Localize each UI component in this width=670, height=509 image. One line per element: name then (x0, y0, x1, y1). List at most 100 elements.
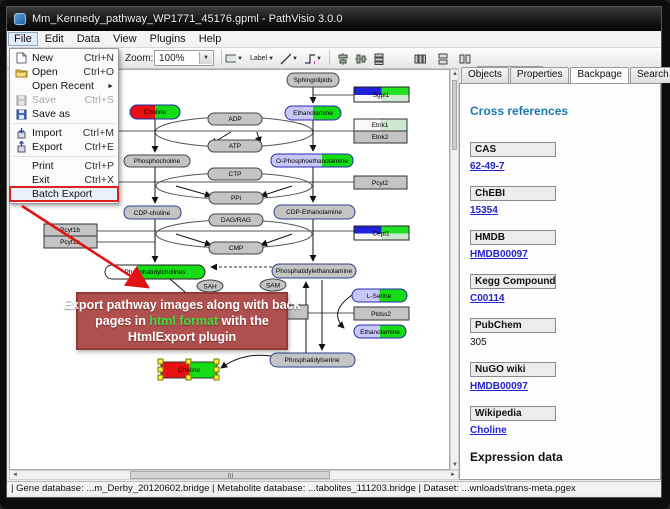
scroll-down-icon[interactable]: ▼ (452, 462, 458, 468)
node-pcyt1a[interactable]: Pcyt1a (44, 236, 97, 248)
zoom-combobox[interactable]: 100% ▼ (154, 50, 214, 66)
scroll-right-icon[interactable]: ► (450, 472, 456, 478)
ref-link[interactable]: 62-49-7 (470, 161, 504, 172)
ref-link[interactable]: 15354 (470, 205, 498, 216)
vertical-scroll-thumb[interactable] (452, 80, 457, 150)
node-l-serine[interactable]: L-Serine (352, 289, 407, 302)
svg-text:Pcyt2: Pcyt2 (372, 180, 389, 187)
svg-text:Sphingolipids: Sphingolipids (294, 77, 333, 84)
node-phosphatidylethanolamine[interactable]: Phosphatidylethanolamine (272, 264, 356, 278)
menu-item-open-recent[interactable]: Open Recent► (10, 79, 118, 93)
ref-link[interactable]: HMDB00097 (470, 381, 528, 392)
menu-item-batch-export[interactable]: Batch Export (10, 187, 118, 201)
add-datanode-button[interactable]: ▼ (224, 50, 244, 67)
stack-vertical-button[interactable] (369, 50, 389, 67)
node-cmp[interactable]: CMP (209, 242, 263, 254)
svg-text:Phosphatidylcholines: Phosphatidylcholines (124, 269, 186, 276)
add-connector-button[interactable]: ▼ (303, 50, 323, 67)
svg-text:Ethanolamine: Ethanolamine (293, 110, 333, 117)
stack-horizontal-button[interactable] (410, 50, 430, 67)
svg-text:Etnk1: Etnk1 (372, 122, 389, 129)
align-center-x-button[interactable] (333, 50, 353, 67)
canvas-horizontal-scrollbar[interactable]: ◄ ► (9, 470, 459, 480)
ref-section-hmdb: HMDB HMDB00097 (470, 230, 660, 260)
title-bar[interactable]: Mm_Kennedy_pathway_WP1771_45176.gpml - P… (7, 7, 661, 31)
ref-source-label: CAS (470, 142, 556, 157)
ref-link[interactable]: Choline (470, 425, 507, 436)
node-atp[interactable]: ATP (208, 140, 262, 152)
menu-help[interactable]: Help (193, 32, 228, 46)
chevron-down-icon[interactable]: ▼ (199, 52, 212, 64)
node-sgpl1[interactable]: Sgpl1 (354, 87, 409, 102)
svg-text:Cept1: Cept1 (372, 231, 390, 238)
menu-item-save[interactable]: SaveCtrl+S (10, 93, 118, 107)
canvas-vertical-scrollbar[interactable]: ▲ ▼ (450, 69, 459, 470)
node-ppi[interactable]: PPi (209, 192, 263, 204)
side-panel: Objects Properties Backpage Search Legen… (459, 67, 661, 480)
scroll-left-icon[interactable]: ◄ (12, 472, 18, 478)
node-choline-selected[interactable]: Choline (158, 359, 219, 380)
menu-plugins[interactable]: Plugins (144, 32, 192, 46)
add-label-button[interactable]: Label ▼ (247, 50, 277, 67)
node-etnk2[interactable]: Etnk2 (354, 131, 407, 143)
menu-edit[interactable]: Edit (39, 32, 70, 46)
ref-link[interactable]: HMDB00097 (470, 249, 528, 260)
common-width-button[interactable] (433, 50, 453, 67)
node-sah[interactable]: SAH (197, 280, 223, 292)
add-line-button[interactable]: ▼ (279, 50, 299, 67)
menu-item-open[interactable]: OpenCtrl+O (10, 65, 118, 79)
node-pcyt2[interactable]: Pcyt2 (354, 176, 407, 189)
toolbar-separator (221, 50, 222, 65)
node-dag-rag[interactable]: DAG/RAG (209, 214, 263, 226)
window-title: Mm_Kennedy_pathway_WP1771_45176.gpml - P… (32, 13, 342, 25)
menu-data[interactable]: Data (71, 32, 106, 46)
svg-text:PPi: PPi (231, 195, 241, 202)
node-sam[interactable]: SAM (260, 279, 286, 291)
line-icon (280, 53, 291, 65)
node-choline[interactable]: Choline (130, 105, 180, 119)
svg-text:Phosphatidylserine: Phosphatidylserine (285, 357, 340, 364)
scroll-up-icon[interactable]: ▲ (452, 71, 458, 77)
menu-item-export[interactable]: ExportCtrl+E (10, 140, 118, 154)
tab-backpage[interactable]: Backpage (570, 67, 628, 83)
app-icon (14, 13, 26, 25)
menu-item-save-as[interactable]: Save as (10, 107, 118, 121)
menu-item-exit[interactable]: ExitCtrl+X (10, 173, 118, 187)
tab-properties[interactable]: Properties (510, 67, 570, 83)
svg-text:CMP: CMP (229, 245, 243, 252)
horizontal-scroll-thumb[interactable] (130, 471, 330, 479)
node-etnk1[interactable]: Etnk1 (354, 119, 407, 131)
node-ethanolamine-2[interactable]: Ethanolamine (354, 325, 406, 338)
common-height-icon (459, 53, 471, 65)
zoom-label: Zoom: (125, 50, 153, 67)
menu-item-new[interactable]: NewCtrl+N (10, 51, 118, 65)
chevron-down-icon: ▼ (237, 56, 243, 62)
node-phosphocholine[interactable]: Phosphocholine (124, 155, 190, 167)
menu-item-print[interactable]: PrintCtrl+P (10, 159, 118, 173)
node-phosphatidylserine[interactable]: Phosphatidylserine (270, 353, 355, 367)
node-cdp-choline[interactable]: CDP-choline (124, 206, 181, 219)
menu-view[interactable]: View (107, 32, 143, 46)
menu-item-import[interactable]: ImportCtrl+M (10, 126, 118, 140)
callout-line1: Export pathway images along with back (64, 297, 301, 313)
node-phosphatidylcholines[interactable]: Phosphatidylcholines (105, 265, 205, 279)
menu-file[interactable]: File (8, 32, 38, 46)
node-ethanolamine[interactable]: Ethanolamine (285, 106, 341, 120)
node-ctp[interactable]: CTP (208, 168, 262, 180)
ref-link[interactable]: C00114 (470, 293, 504, 304)
node-adp[interactable]: ADP (208, 113, 262, 125)
datanode-icon (225, 53, 236, 64)
align-center-y-button[interactable] (351, 50, 371, 67)
node-cdp-ethanolamine[interactable]: CDP-Ethanolamine (274, 205, 355, 219)
node-o-phosphoethanolamine[interactable]: O-Phosphoethanolamine (271, 154, 353, 167)
node-ptdss2[interactable]: Ptdss2 (354, 307, 409, 320)
callout-highlight: html format (149, 314, 218, 328)
node-pcyt1b[interactable]: Pcyt1b (44, 224, 97, 236)
submenu-arrow-icon: ► (107, 83, 114, 90)
tab-objects[interactable]: Objects (461, 67, 509, 83)
ref-section-wikipedia: Wikipedia Choline (470, 406, 660, 436)
node-cept1[interactable]: Cept1 (354, 226, 409, 240)
node-sphingolipids[interactable]: Sphingolipids (287, 73, 339, 87)
common-height-button[interactable] (455, 50, 475, 67)
tab-search[interactable]: Search (630, 67, 670, 83)
